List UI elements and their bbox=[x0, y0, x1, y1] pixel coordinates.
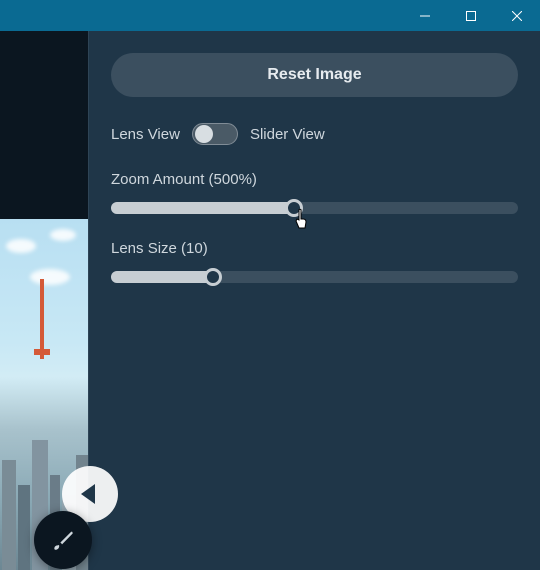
lens-view-label: Lens View bbox=[111, 126, 180, 143]
lens-size-label: Lens Size (10) bbox=[111, 240, 518, 257]
slider-fill bbox=[111, 271, 213, 283]
view-mode-row: Lens View Slider View bbox=[111, 123, 518, 145]
brush-tool-button[interactable] bbox=[34, 511, 92, 569]
slider-fill bbox=[111, 202, 294, 214]
settings-panel: Reset Image Lens View Slider View Zoom A… bbox=[88, 31, 540, 570]
lens-size-slider[interactable] bbox=[111, 271, 518, 283]
view-mode-toggle[interactable] bbox=[192, 123, 238, 145]
minimize-icon bbox=[420, 11, 430, 21]
window-titlebar bbox=[0, 0, 540, 31]
close-icon bbox=[512, 11, 522, 21]
slider-view-label: Slider View bbox=[250, 126, 325, 143]
toggle-thumb bbox=[195, 125, 213, 143]
minimize-button[interactable] bbox=[402, 0, 448, 31]
close-button[interactable] bbox=[494, 0, 540, 31]
slider-thumb[interactable] bbox=[204, 268, 222, 286]
maximize-icon bbox=[466, 11, 476, 21]
zoom-amount-label: Zoom Amount (500%) bbox=[111, 171, 518, 188]
lens-slider-group: Lens Size (10) bbox=[111, 240, 518, 283]
brush-icon bbox=[50, 527, 76, 553]
reset-image-button[interactable]: Reset Image bbox=[111, 53, 518, 97]
slider-thumb[interactable] bbox=[285, 199, 303, 217]
zoom-slider-group: Zoom Amount (500%) bbox=[111, 171, 518, 214]
zoom-amount-slider[interactable] bbox=[111, 202, 518, 214]
maximize-button[interactable] bbox=[448, 0, 494, 31]
chevron-left-icon bbox=[81, 484, 95, 504]
